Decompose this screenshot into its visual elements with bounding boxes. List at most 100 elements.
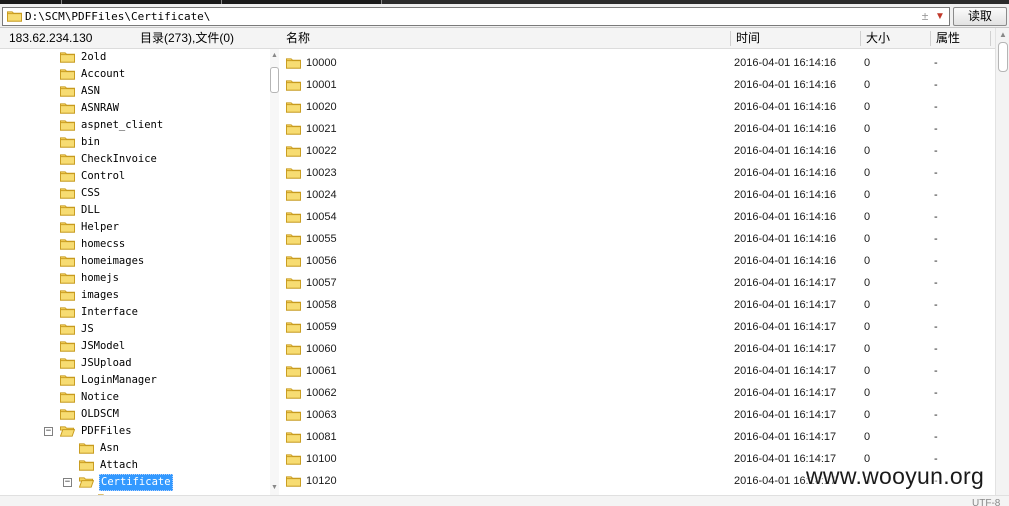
column-divider[interactable] — [860, 31, 861, 46]
column-header-name[interactable]: 名称 — [282, 28, 310, 49]
tree-item-label: aspnet_client — [81, 119, 164, 131]
file-time: 2016-04-01 16:14:16 — [734, 57, 837, 69]
list-item[interactable]: 10001 2016-04-01 16:14:16 0 - — [279, 74, 995, 96]
column-header-size[interactable]: 大小 — [862, 28, 890, 49]
folder-icon — [286, 322, 301, 333]
folder-icon — [60, 375, 75, 386]
folder-icon — [286, 58, 301, 69]
list-item[interactable]: 10057 2016-04-01 16:14:17 0 - — [279, 272, 995, 294]
file-size: 0 — [864, 299, 871, 311]
list-item[interactable]: 10021 2016-04-01 16:14:16 0 - — [279, 118, 995, 140]
tree-item-label: homejs — [81, 272, 119, 284]
folder-icon — [60, 205, 75, 216]
chevron-down-icon[interactable]: ▼ — [933, 9, 947, 24]
folder-icon — [60, 86, 75, 97]
plus-minus-icon[interactable]: ± — [919, 9, 931, 24]
file-name: 10057 — [306, 277, 337, 289]
file-attr: - — [934, 79, 938, 91]
column-divider[interactable] — [730, 31, 731, 46]
item-count: 目录(273),文件(0) — [140, 31, 235, 45]
read-button[interactable]: 读取 — [953, 7, 1007, 26]
tree-item-label: bin — [81, 136, 100, 148]
folder-icon — [286, 300, 301, 311]
tree-item-label: JSUpload — [81, 357, 132, 369]
scroll-up-icon[interactable]: ▲ — [998, 30, 1008, 40]
file-size: 0 — [864, 211, 871, 223]
list-item[interactable]: 10060 2016-04-01 16:14:17 0 - — [279, 338, 995, 360]
file-name: 10055 — [306, 233, 337, 245]
column-divider[interactable] — [990, 31, 991, 46]
tree-item-label: OLDSCM — [81, 408, 119, 420]
folder-icon — [286, 124, 301, 135]
tree-item-label: ASN — [81, 85, 100, 97]
file-size: 0 — [864, 255, 871, 267]
list-item[interactable]: 10062 2016-04-01 16:14:17 0 - — [279, 382, 995, 404]
list-item[interactable]: 10023 2016-04-01 16:14:16 0 - — [279, 162, 995, 184]
file-time: 2016-04-01 16:14:17 — [734, 321, 837, 333]
file-attr: - — [934, 57, 938, 69]
list-scrollbar[interactable]: ▲ — [995, 28, 1009, 495]
server-ip: 183.62.234.130 — [9, 31, 93, 45]
file-size: 0 — [864, 167, 871, 179]
list-item[interactable]: 10061 2016-04-01 16:14:17 0 - — [279, 360, 995, 382]
tree-scroll-thumb[interactable] — [270, 67, 279, 93]
folder-icon — [60, 358, 75, 369]
column-header-attr[interactable]: 属性 — [932, 28, 960, 49]
list-item[interactable]: 10054 2016-04-01 16:14:16 0 - — [279, 206, 995, 228]
list-scroll-thumb[interactable] — [998, 42, 1008, 72]
list-item[interactable]: 10000 2016-04-01 16:14:16 0 - — [279, 52, 995, 74]
file-attr: - — [934, 387, 938, 399]
file-time: 2016-04-01 16:14:16 — [734, 101, 837, 113]
file-attr: - — [934, 167, 938, 179]
list-item[interactable]: 10055 2016-04-01 16:14:16 0 - — [279, 228, 995, 250]
collapse-toggle[interactable]: − — [63, 478, 72, 487]
folder-icon — [60, 290, 75, 301]
file-attr: - — [934, 101, 938, 113]
file-size: 0 — [864, 233, 871, 245]
list-item[interactable]: 10081 2016-04-01 16:14:17 0 - — [279, 426, 995, 448]
scroll-up-icon[interactable]: ▲ — [271, 51, 278, 60]
list-item[interactable]: 10024 2016-04-01 16:14:16 0 - — [279, 184, 995, 206]
file-name: 10081 — [306, 431, 337, 443]
tree-item-label: homecss — [81, 238, 126, 250]
address-bar: ± ▼ 读取 — [0, 4, 1009, 28]
folder-open-icon — [79, 477, 94, 488]
tree-item-label: Interface — [81, 306, 138, 318]
tree-item-label: JSModel — [81, 340, 126, 352]
file-name: 10024 — [306, 189, 337, 201]
directory-tree[interactable]: 2old Account ASN ASNRAW aspnet_client bi… — [0, 49, 270, 495]
folder-icon — [60, 392, 75, 403]
file-name: 10120 — [306, 475, 337, 487]
file-attr: - — [934, 409, 938, 421]
column-divider[interactable] — [930, 31, 931, 46]
tree-item-label: CheckInvoice — [81, 153, 157, 165]
list-item[interactable]: 10022 2016-04-01 16:14:16 0 - — [279, 140, 995, 162]
folder-icon — [286, 344, 301, 355]
folder-icon — [286, 168, 301, 179]
folder-icon — [286, 410, 301, 421]
file-attr: - — [934, 123, 938, 135]
scroll-down-icon[interactable]: ▼ — [271, 483, 278, 492]
list-item[interactable]: 10020 2016-04-01 16:14:16 0 - — [279, 96, 995, 118]
path-input[interactable] — [25, 8, 905, 25]
file-name: 10062 — [306, 387, 337, 399]
folder-icon — [79, 443, 94, 454]
tree-item-label: DLL — [81, 204, 100, 216]
collapse-toggle[interactable]: − — [44, 427, 53, 436]
folder-icon — [286, 190, 301, 201]
column-header-time[interactable]: 时间 — [732, 28, 760, 49]
address-field[interactable]: ± ▼ — [2, 7, 950, 26]
file-size: 0 — [864, 101, 871, 113]
folder-icon — [60, 273, 75, 284]
list-item[interactable]: 10056 2016-04-01 16:14:16 0 - — [279, 250, 995, 272]
file-list[interactable]: 10000 2016-04-01 16:14:16 0 - 10001 2016… — [279, 49, 995, 495]
list-item[interactable]: 10058 2016-04-01 16:14:17 0 - — [279, 294, 995, 316]
tree-scrollbar[interactable]: ▲ ▼ — [270, 49, 279, 495]
list-item[interactable]: 10063 2016-04-01 16:14:17 0 - — [279, 404, 995, 426]
file-time: 2016-04-01 16:14:17 — [734, 343, 837, 355]
folder-icon — [286, 146, 301, 157]
file-attr: - — [934, 431, 938, 443]
file-time: 2016-04-01 16:14:16 — [734, 123, 837, 135]
list-item[interactable]: 10059 2016-04-01 16:14:17 0 - — [279, 316, 995, 338]
file-attr: - — [934, 189, 938, 201]
